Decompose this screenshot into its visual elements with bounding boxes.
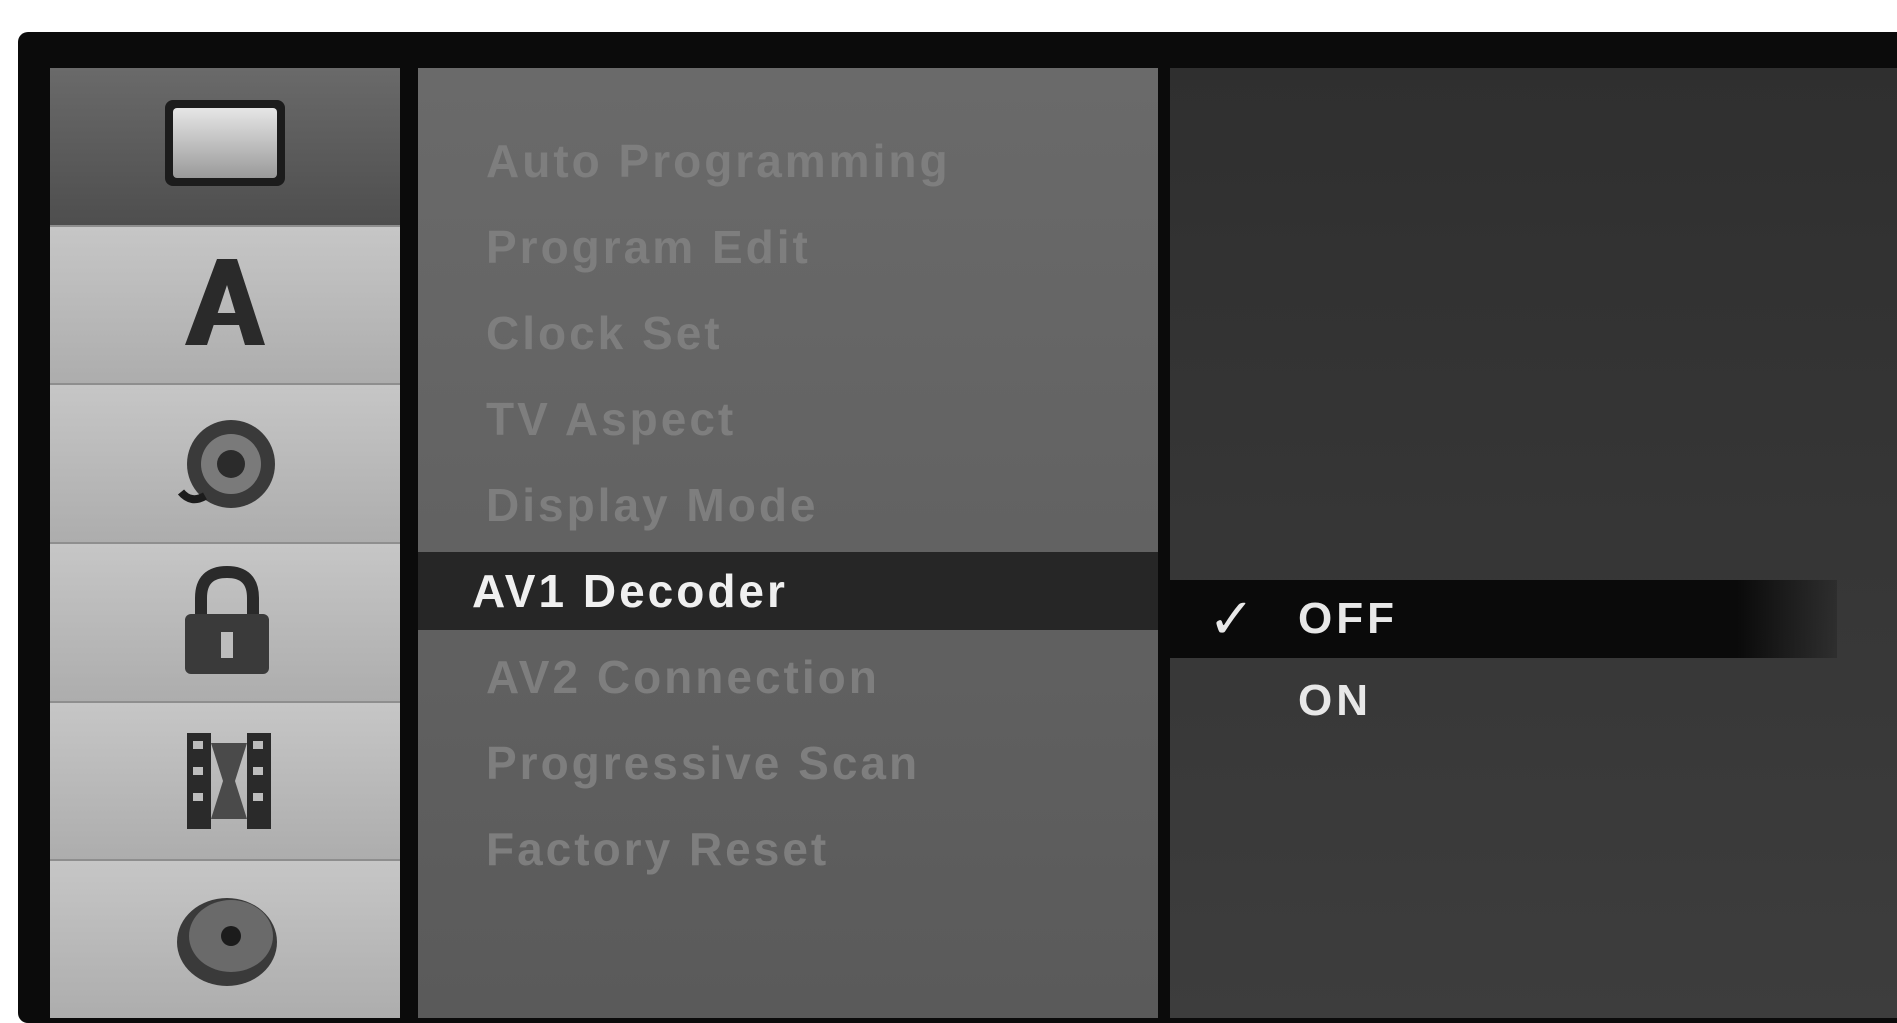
padlock-icon <box>185 566 269 675</box>
osd-setup-screen: Auto Programming Program Edit Clock Set … <box>18 32 1897 1023</box>
setup-menu-list: Auto Programming Program Edit Clock Set … <box>418 118 1158 892</box>
disc-icon <box>177 897 277 986</box>
sidebar-item-recording[interactable] <box>50 702 400 862</box>
film-reel-icon <box>187 733 271 830</box>
sidebar-item-general[interactable] <box>50 68 400 227</box>
option-on[interactable]: ON <box>1170 658 1897 744</box>
sidebar-item-disc[interactable] <box>50 861 400 1019</box>
option-off[interactable]: ✓ OFF <box>1170 580 1837 658</box>
menu-item-auto-programming[interactable]: Auto Programming <box>418 118 1158 204</box>
sidebar-item-audio[interactable] <box>50 385 400 545</box>
menu-item-display-mode[interactable]: Display Mode <box>418 462 1158 548</box>
menu-item-program-edit[interactable]: Program Edit <box>418 204 1158 290</box>
menu-item-tv-aspect[interactable]: TV Aspect <box>418 376 1158 462</box>
checkmark-icon: ✓ <box>1208 587 1259 650</box>
setup-menu-panel: Auto Programming Program Edit Clock Set … <box>418 68 1158 1018</box>
menu-item-av2-connection[interactable]: AV2 Connection <box>418 634 1158 720</box>
menu-item-clock-set[interactable]: Clock Set <box>418 290 1158 376</box>
options-list: ✓ OFF ON <box>1170 580 1897 744</box>
menu-item-progressive-scan[interactable]: Progressive Scan <box>418 720 1158 806</box>
menu-item-av1-decoder[interactable]: AV1 Decoder <box>418 552 1158 630</box>
sidebar-item-language[interactable] <box>50 226 400 386</box>
speaker-icon <box>177 419 275 508</box>
options-panel: ✓ OFF ON <box>1170 68 1897 1018</box>
sidebar-item-lock[interactable] <box>50 544 400 703</box>
category-sidebar <box>50 68 400 1019</box>
language-a-icon <box>185 259 265 345</box>
option-on-label: ON <box>1298 676 1372 725</box>
option-off-label: OFF <box>1298 594 1398 643</box>
menu-item-factory-reset[interactable]: Factory Reset <box>418 806 1158 892</box>
tv-screen-icon <box>165 100 285 187</box>
